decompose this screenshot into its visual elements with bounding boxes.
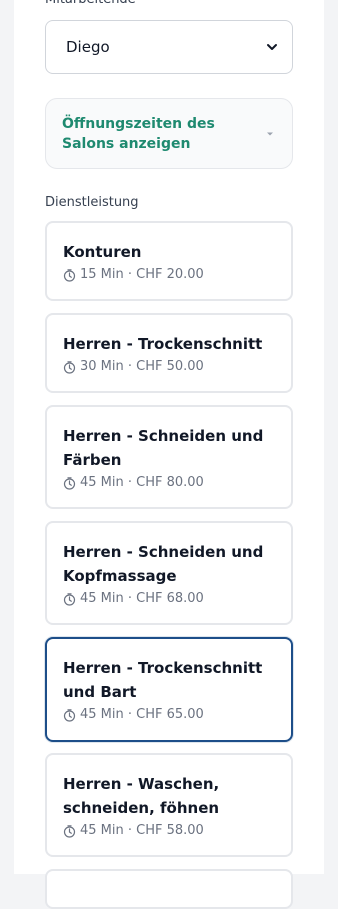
service-name: Herren - Trockenschnitt und Bart	[63, 659, 263, 701]
service-meta: 30 Min · CHF 50.00	[80, 359, 204, 374]
service-meta: 15 Min · CHF 20.00	[80, 267, 204, 282]
service-meta-row: 15 Min · CHF 20.00	[63, 265, 275, 285]
service-meta-row: 45 Min · CHF 68.00	[63, 589, 275, 609]
service-label: Dienstleistung	[45, 195, 139, 210]
service-meta: 45 Min · CHF 68.00	[80, 591, 204, 606]
service-card[interactable]: Herren - Schneiden und Färben 45 Min · C…	[45, 405, 293, 509]
service-meta-row: 45 Min · CHF 58.00	[63, 821, 275, 841]
service-meta: 45 Min · CHF 58.00	[80, 823, 204, 838]
chevron-down-icon	[266, 41, 278, 53]
clock-icon	[63, 268, 76, 282]
service-meta-row: 45 Min · CHF 80.00	[63, 473, 275, 493]
service-card[interactable]: Konturen 15 Min · CHF 20.00	[45, 221, 293, 301]
service-name: Herren - Schneiden und Kopfmassage	[63, 543, 264, 585]
service-meta-row: 45 Min · CHF 65.00	[63, 705, 275, 725]
service-name: Herren - Waschen, schneiden, föhnen	[63, 775, 220, 817]
staff-select-value: Diego	[66, 38, 110, 56]
clock-icon	[63, 360, 76, 374]
service-card[interactable]: Herren - Waschen, schneiden, föhnen 45 M…	[45, 753, 293, 857]
clock-icon	[63, 592, 76, 606]
clock-icon	[63, 824, 76, 838]
clock-icon	[63, 476, 76, 490]
service-card[interactable]: Herren - Schneiden und Kopfmassage 45 Mi…	[45, 521, 293, 625]
service-meta-row: 30 Min · CHF 50.00	[63, 357, 275, 377]
opening-hours-label: Öffnungszeiten des Salons anzeigen	[62, 115, 215, 152]
service-card-selected[interactable]: Herren - Trockenschnitt und Bart 45 Min …	[45, 637, 293, 742]
clock-icon	[63, 708, 76, 722]
opening-hours-toggle[interactable]: Öffnungszeiten des Salons anzeigen	[45, 98, 293, 169]
caret-down-icon	[266, 131, 274, 137]
service-name: Herren - Schneiden und Färben	[63, 427, 264, 469]
service-card-partial[interactable]	[45, 869, 293, 909]
service-meta: 45 Min · CHF 80.00	[80, 475, 204, 490]
staff-label: Mitarbeitende	[45, 0, 136, 8]
staff-select[interactable]: Diego	[45, 20, 293, 74]
service-name: Herren - Trockenschnitt	[63, 335, 263, 353]
service-name: Konturen	[63, 243, 142, 261]
service-meta: 45 Min · CHF 65.00	[80, 707, 204, 722]
booking-panel: Mitarbeitende Diego Öffnungszeiten des S…	[14, 0, 324, 909]
service-card[interactable]: Herren - Trockenschnitt 30 Min · CHF 50.…	[45, 313, 293, 393]
